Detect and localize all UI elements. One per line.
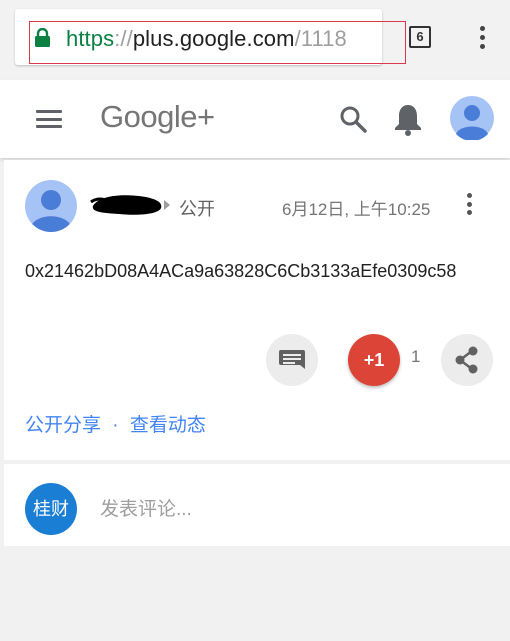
author-avatar[interactable] [25,180,77,232]
menu-icon[interactable] [36,110,62,128]
post-body: 0x21462bD08A4ACa9a63828C6Cb3133aEfe0309c… [25,261,457,281]
commenter-avatar[interactable]: 桂财 [25,483,77,535]
view-activity-link[interactable]: 查看动态 [130,415,206,436]
share-icon [455,346,478,374]
app-header [0,80,510,158]
account-avatar-icon[interactable] [450,96,494,140]
share-info: 公开分享 · 查看动态 [25,410,206,437]
search-icon[interactable] [339,105,367,133]
plus-one-count: 1 [411,347,421,366]
public-share-label: 公开分享 [25,415,102,436]
comment-icon [279,350,305,369]
share-button[interactable] [441,334,493,386]
post-more-icon[interactable] [467,193,473,219]
comment-box [4,464,510,546]
plus-one-button[interactable]: +1 [348,334,400,386]
google-plus-logo[interactable]: Google+ [100,99,215,135]
more-vert-icon[interactable] [480,26,486,50]
notifications-bell-icon[interactable] [393,102,423,136]
post-timestamp[interactable]: 6月12日, 上午10:25 [282,195,430,220]
share-arrow-icon [164,200,170,210]
redacted-author-name [90,195,162,215]
highlight-box [29,21,406,64]
person-icon [31,190,71,232]
dot-separator: · [112,415,119,436]
tabs-icon[interactable]: 6 [409,26,431,48]
post-visibility[interactable]: 公开 [179,195,215,221]
comment-input[interactable]: 发表评论... [100,494,192,521]
comment-button[interactable] [266,334,318,386]
